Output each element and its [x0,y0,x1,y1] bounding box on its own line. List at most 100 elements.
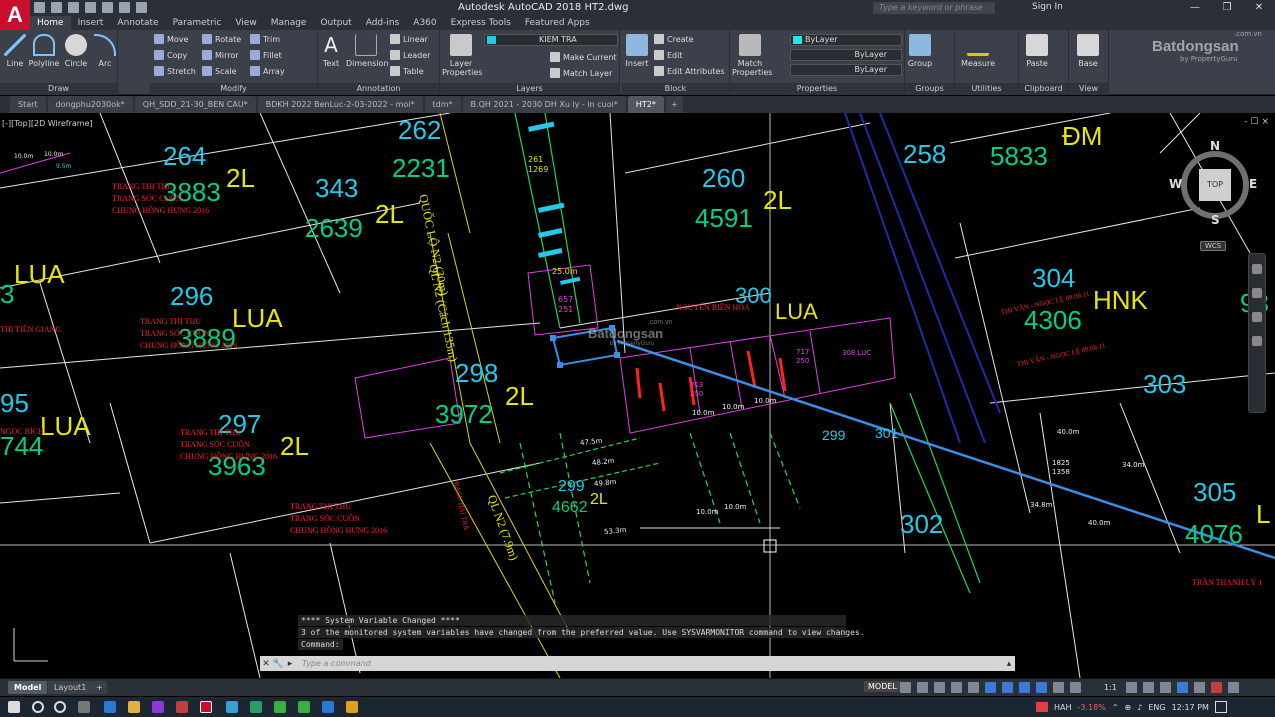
app-icon[interactable] [152,701,164,713]
stock-ticker[interactable]: HAH [1054,703,1072,712]
leader-button[interactable]: Leader [390,50,430,60]
draw-panel-title[interactable]: Draw [0,83,117,95]
app-icon[interactable] [104,701,116,713]
mirror-button[interactable]: Mirror [202,50,239,60]
drawing-canvas[interactable]: 264 3883 2L 343 2639 2L 262 2231 260 459… [0,113,1275,678]
annotation-monitor-icon[interactable] [1143,682,1154,693]
color-dropdown[interactable]: ByLayer [790,34,902,46]
customization-icon[interactable] [1228,682,1239,693]
save-icon[interactable] [68,2,79,13]
snap-icon[interactable] [917,682,928,693]
file-explorer-icon[interactable] [128,701,140,713]
units-icon[interactable] [1160,682,1171,693]
auto-scale-icon[interactable] [1036,682,1047,693]
new-icon[interactable] [34,2,45,13]
array-button[interactable]: Array [250,66,285,76]
chrome-icon[interactable] [274,701,286,713]
drawing-svg[interactable] [0,113,1275,678]
layers-panel-title[interactable]: Layers [440,83,619,95]
recent-commands-icon[interactable]: ▸ [284,659,296,669]
help-search-input[interactable]: Type a keyword or phrase [873,2,995,14]
tab-add-ins[interactable]: Add-ins [359,16,407,30]
viewcube-top-face[interactable]: TOP [1199,169,1231,201]
grip-handle[interactable] [557,362,563,368]
tab-parametric[interactable]: Parametric [166,16,229,30]
properties-panel-title[interactable]: Properties [730,83,904,95]
print-icon[interactable] [102,2,113,13]
annotation-scale[interactable]: 1:1 [1104,683,1117,692]
quick-access-toolbar[interactable] [34,2,147,13]
edit-attributes-button[interactable]: Edit Attributes [654,66,725,76]
volume-icon[interactable]: ♪ [1137,703,1142,712]
close-window-button[interactable]: ✕ [1243,0,1275,16]
tab-express-tools[interactable]: Express Tools [444,16,518,30]
new-tab-button[interactable]: + [665,96,683,113]
viewcube[interactable]: TOP N S W E [1169,139,1257,227]
viewport-window-controls[interactable]: - ☐ × [1244,117,1269,127]
tab-home[interactable]: Home [30,16,71,30]
tab-output[interactable]: Output [313,16,358,30]
application-menu-button[interactable]: A [0,0,30,30]
rotate-button[interactable]: Rotate [202,34,241,44]
wcs-menu[interactable]: WCS [1200,241,1227,251]
grip-handle[interactable] [550,335,556,341]
notifications-icon[interactable] [1214,701,1227,713]
app-icon[interactable] [250,701,262,713]
table-button[interactable]: Table [390,66,424,76]
compass-east[interactable]: E [1249,177,1257,191]
tab-featured-apps[interactable]: Featured Apps [518,16,597,30]
text-button[interactable]: A Text [320,32,342,68]
grid-icon[interactable] [900,682,911,693]
edge-icon[interactable] [322,701,334,713]
make-current-button[interactable]: Make Current [550,52,617,62]
task-view-icon[interactable] [78,701,90,713]
close-command-line-icon[interactable]: ✕ [260,659,272,669]
add-layout-button[interactable]: + [92,681,107,694]
doc-tab-active[interactable]: HT2* [627,96,664,113]
search-icon[interactable] [32,701,44,713]
doc-tab[interactable]: dongphu2030ok* [47,96,133,113]
navigation-bar[interactable] [1248,253,1266,413]
linetype-dropdown[interactable]: ByLayer [790,49,902,61]
compass-north[interactable]: N [1210,139,1220,153]
model-space-toggle[interactable]: MODEL [864,681,901,692]
pan-icon[interactable] [1252,288,1262,298]
redo-icon[interactable] [136,2,147,13]
layer-properties-button[interactable]: Layer Properties [442,32,482,77]
clock[interactable]: 12:17 PM [1172,703,1209,712]
windows-start-icon[interactable] [8,701,20,713]
viewport-controls-label[interactable]: [-][Top][2D Wireframe] [2,119,93,128]
copy-button[interactable]: Copy [154,50,187,60]
create-block-button[interactable]: Create [654,34,694,44]
lineweight-dropdown[interactable]: ByLayer [790,64,902,76]
measure-button[interactable]: Measure [959,32,997,68]
tab-manage[interactable]: Manage [264,16,314,30]
tab-view[interactable]: View [228,16,263,30]
selected-lot[interactable] [550,325,620,368]
command-input[interactable]: Type a command [296,659,1003,668]
autocad-taskbar-icon[interactable] [200,701,212,713]
isodraft-icon[interactable] [968,682,979,693]
tab-insert[interactable]: Insert [71,16,111,30]
doc-tab[interactable]: tdm* [424,96,461,113]
language-indicator[interactable]: ENG [1148,703,1165,712]
view-panel-title[interactable]: View [1069,83,1108,95]
network-icon[interactable]: ⊕ [1125,703,1132,712]
command-history-toggle-icon[interactable]: ▴ [1003,659,1015,669]
tray-chevron-icon[interactable]: ⌃ [1112,703,1119,712]
cortana-icon[interactable] [54,701,66,713]
workspace-gear-icon[interactable] [1126,682,1137,693]
tab-annotate[interactable]: Annotate [110,16,165,30]
polar-tracking-icon[interactable] [951,682,962,693]
lineweight-icon[interactable] [1053,682,1064,693]
tab-model-layout[interactable]: Model [8,681,48,694]
group-button[interactable]: Group [907,32,933,68]
utilities-panel-title[interactable]: Utilities [955,83,1018,95]
stretch-button[interactable]: Stretch [154,66,196,76]
open-icon[interactable] [51,2,62,13]
object-snap-icon[interactable] [1002,682,1013,693]
app-icon[interactable] [298,701,310,713]
object-snap-tracking-icon[interactable] [985,682,996,693]
clean-screen-icon[interactable] [1211,682,1222,693]
save-as-icon[interactable] [85,2,96,13]
